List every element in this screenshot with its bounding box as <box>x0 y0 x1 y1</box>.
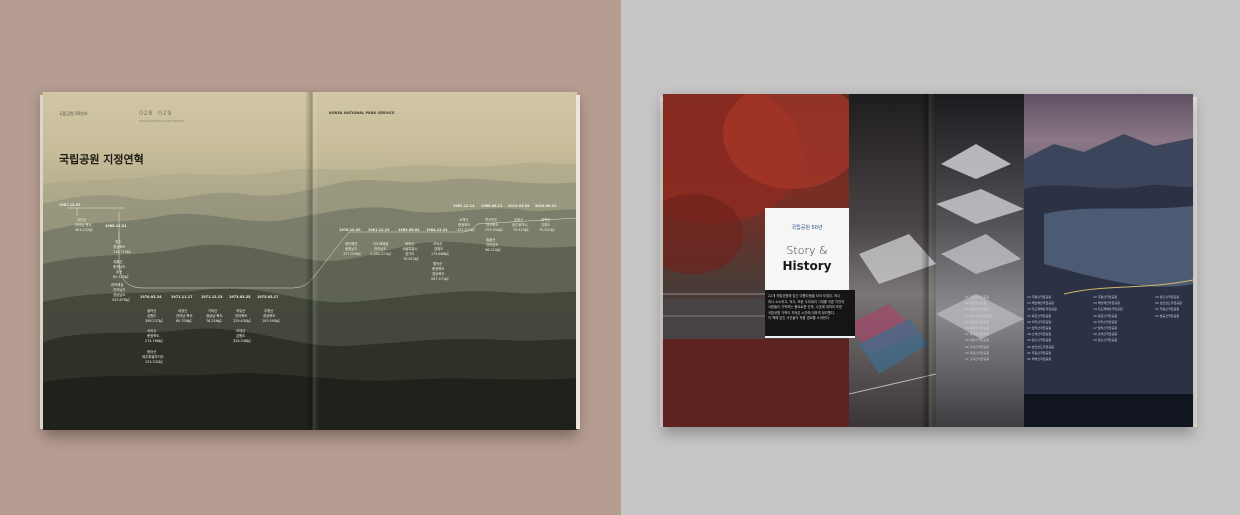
timeline-area: 153.332㎢ <box>145 360 163 364</box>
photo-index-col3: 12 주왕산국립공원 13 태안해안국립공원 14 다도해해상국립공원 15 북… <box>1093 294 1123 344</box>
index-item: 19 월출산국립공원 <box>1093 338 1118 343</box>
timeline-area: 138.715㎢ <box>113 250 131 254</box>
timeline-date: 1970.03.24 <box>140 295 162 299</box>
timeline-area: 377.019㎢ <box>343 252 361 256</box>
timeline-date: 1981.12.23 <box>368 228 390 232</box>
rooftops-graphic <box>936 144 1024 339</box>
timeline-area: 153.934㎢ <box>485 228 503 232</box>
title-line-1: Story & <box>786 244 828 257</box>
photo-index-col2: 12 주왕산국립공원 13 태안해안국립공원 14 다도해해상국립공원 15 북… <box>1027 294 1057 362</box>
timeline-area: 2,266.221㎢ <box>370 252 391 256</box>
timeline-date: 1968.12.31 <box>105 224 127 228</box>
timeline-date: 2016.08.22 <box>535 204 557 208</box>
page-number-right: 029 <box>158 109 172 117</box>
index-item: 23 팔공산국립공원 <box>1155 313 1180 318</box>
timeline-date: 1975.03.17 <box>257 295 279 299</box>
timeline-area: 175.668㎢ <box>431 252 449 256</box>
timeline-area: 287.571㎢ <box>431 277 449 281</box>
index-item: 08 내장산국립공원 <box>965 338 990 343</box>
timeline-area: 76.922㎢ <box>403 257 419 261</box>
timeline-area: 76.256㎢ <box>206 319 222 323</box>
timeline-date: 1973.03.25 <box>229 295 251 299</box>
page-title: 국립공원 지정연혁 <box>59 153 144 166</box>
lake-graphic <box>1024 134 1193 427</box>
timeline-area: 65.335㎢ <box>113 275 129 279</box>
timeline-area: 274.766㎢ <box>145 339 163 343</box>
intro-line: 사람들이 기억하는 풍요로운 산하, 수호에 대하여 또한 <box>768 305 843 310</box>
title-line-2: History <box>782 259 832 273</box>
spine-shadow <box>305 92 319 430</box>
timeline-date: 1971.12.13 <box>201 295 223 299</box>
timeline-area: 56.220㎢ <box>485 248 501 252</box>
index-item: 14 다도해해상국립공원 <box>1027 307 1057 312</box>
index-item: 20 변산반도국립공원 <box>1027 344 1054 349</box>
timeline-date: 2013.03.04 <box>508 204 530 208</box>
page-edge <box>1193 97 1197 427</box>
divider <box>765 336 855 338</box>
timeline-date: 1984.12.31 <box>426 228 448 232</box>
timeline-date: 1987.12.14 <box>453 204 475 208</box>
badge-text: 국립공원 50년 <box>791 225 823 231</box>
timeline-area: 80.708㎢ <box>176 319 192 323</box>
left-book-spread: 국립공원 50년사 028 029 KOREA NATIONAL PARK SE… <box>40 92 580 430</box>
intro-body: 22개 국립공원에 담긴 아름다움을 모아 보았다. 하나 하나 소소하고, 작… <box>768 294 854 322</box>
page-number-left: 028 <box>139 109 153 117</box>
timeline-area: 326.348㎢ <box>233 339 251 343</box>
timeline-area: 322.011㎢ <box>457 228 475 232</box>
right-book-spread: 국립공원 50년 Story & History 22개 국립공원에 담긴 아름… <box>663 94 1193 427</box>
intro-text-box: 22개 국립공원에 담긴 아름다움을 모아 보았다. 하나 하나 소소하고, 작… <box>765 290 855 336</box>
index-item: 14 다도해해상국립공원 <box>1093 307 1123 312</box>
timeline-area: 229.430㎢ <box>233 319 251 323</box>
timeline-area: 535.676㎢ <box>112 298 130 302</box>
index-item: 22 태백산국립공원 <box>1027 357 1052 362</box>
spine-shadow <box>921 94 935 427</box>
running-head-right: KOREA NATIONAL PARK SERVICE <box>329 111 395 115</box>
page-edge <box>576 95 580 429</box>
lake-night-photo <box>1024 94 1193 427</box>
timeline-date: 1971.11.17 <box>171 295 193 299</box>
title-card: 국립공원 50년 Story & History <box>765 208 849 290</box>
index-item: 03 계룡산국립공원 <box>965 307 990 312</box>
timeline-date: 1988.06.11 <box>481 204 503 208</box>
photo-index-col1: 01 지리산국립공원 02 경주국립공원 03 계룡산국립공원 04 한려해상국… <box>965 294 992 362</box>
timeline-date: 1967.12.29 <box>59 203 81 207</box>
snowy-rooftops-photo <box>936 94 1024 427</box>
timeline-area: 398.237㎢ <box>145 319 163 323</box>
running-head: 국립공원 50년사 <box>59 111 88 116</box>
timeline-area: 75.425㎢ <box>513 228 529 232</box>
index-item: 09 가야산국립공원 <box>965 344 990 349</box>
index-item: 11 오대산국립공원 <box>965 357 990 362</box>
timeline-area: 483.022㎢ <box>75 228 93 232</box>
index-item: 21 무등산국립공원 <box>1155 307 1180 312</box>
timeline-date: 1976.10.30 <box>339 228 361 232</box>
photo-index-col4: 19 월출산국립공원 20 변산반도국립공원 21 무등산국립공원 23 팔공산… <box>1155 294 1182 319</box>
page-subtitle: KOREA NATIONAL PARK SERVICE <box>139 119 185 123</box>
index-item: 04 한려해상국립공원 <box>965 313 992 318</box>
timeline-area: 105.595㎢ <box>262 319 280 323</box>
timeline-date: 1983.06.02 <box>398 228 420 232</box>
intro-line: 이 책에 담긴 사진들의 작품 경로를 소개한다. <box>768 316 830 321</box>
timeline-area: 70.052㎢ <box>539 228 555 232</box>
